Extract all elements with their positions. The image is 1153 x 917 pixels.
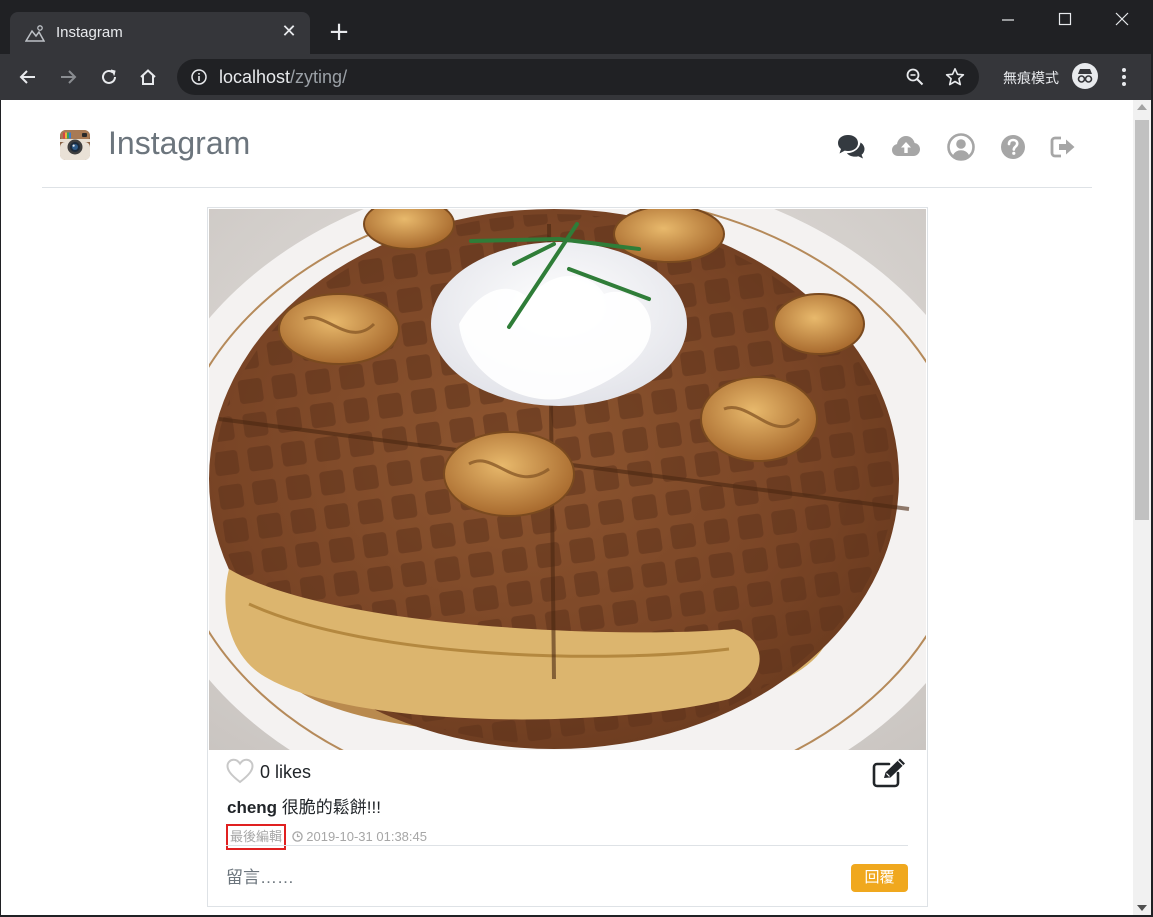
close-window-icon[interactable] — [1107, 8, 1137, 32]
upload-icon[interactable] — [891, 133, 921, 161]
brand-title[interactable]: Instagram — [108, 125, 250, 162]
forward-icon[interactable] — [54, 63, 82, 91]
scroll-up-icon[interactable] — [1137, 104, 1147, 110]
browser-tab[interactable]: Instagram ✕ — [10, 12, 310, 54]
caption-text: 很脆的鬆餅!!! — [281, 798, 381, 817]
edit-icon[interactable] — [871, 757, 909, 789]
last-edited-label: 最後編輯 — [226, 824, 287, 850]
reload-icon[interactable] — [95, 63, 123, 91]
browser-toolbar: localhost/zyting/ 無痕模式 — [0, 54, 1153, 100]
home-icon[interactable] — [134, 63, 162, 91]
post-timestamp: 2019-10-31 01:38:45 — [306, 829, 427, 844]
info-icon[interactable] — [191, 69, 207, 85]
incognito-label: 無痕模式 — [1003, 71, 1059, 87]
instagram-logo-icon[interactable] — [60, 130, 90, 160]
help-icon[interactable] — [998, 133, 1028, 161]
tab-close-icon[interactable]: ✕ — [280, 23, 298, 41]
tab-favicon-icon — [25, 25, 45, 42]
post-card: 0 likes cheng 很脆的鬆餅!!! 最後編輯 2019-10-31 0… — [207, 207, 928, 907]
page-viewport: Instagram 0 likes cheng 很脆的鬆餅!!! 最後編輯 20… — [1, 100, 1133, 915]
profile-icon[interactable] — [946, 133, 976, 161]
tab-title: Instagram — [56, 24, 123, 41]
new-tab-button[interactable]: + — [326, 19, 352, 46]
post-caption: cheng 很脆的鬆餅!!! — [227, 793, 381, 818]
caption-username[interactable]: cheng — [227, 798, 277, 817]
back-icon[interactable] — [14, 63, 42, 91]
menu-icon[interactable] — [1116, 66, 1132, 88]
divider — [226, 845, 908, 846]
logout-icon[interactable] — [1049, 133, 1079, 161]
clock-icon — [291, 831, 303, 842]
browser-titlebar: Instagram ✕ + — [0, 0, 1153, 54]
scroll-down-icon[interactable] — [1137, 905, 1147, 911]
star-icon[interactable] — [945, 67, 965, 87]
heart-icon[interactable] — [226, 758, 254, 784]
incognito-icon[interactable] — [1072, 63, 1098, 89]
minimize-icon-btn[interactable] — [993, 8, 1023, 32]
likes-count: 0 likes — [260, 762, 312, 782]
address-bar[interactable]: localhost/zyting/ — [177, 59, 979, 95]
url-host: localhost — [219, 67, 291, 87]
post-meta: 最後編輯 2019-10-31 01:38:45 — [226, 824, 427, 850]
url-text[interactable]: localhost/zyting/ — [219, 67, 347, 88]
comment-input[interactable] — [226, 864, 826, 892]
site-header: Instagram — [42, 100, 1092, 188]
maximize-icon[interactable] — [1050, 8, 1080, 32]
scroll-thumb[interactable] — [1135, 120, 1149, 520]
reply-button[interactable]: 回覆 — [851, 864, 908, 892]
zoom-icon[interactable] — [906, 68, 924, 86]
post-photo[interactable] — [209, 209, 926, 750]
chat-icon[interactable] — [836, 133, 866, 161]
url-path: /zyting/ — [290, 67, 348, 87]
scrollbar[interactable] — [1133, 100, 1151, 915]
